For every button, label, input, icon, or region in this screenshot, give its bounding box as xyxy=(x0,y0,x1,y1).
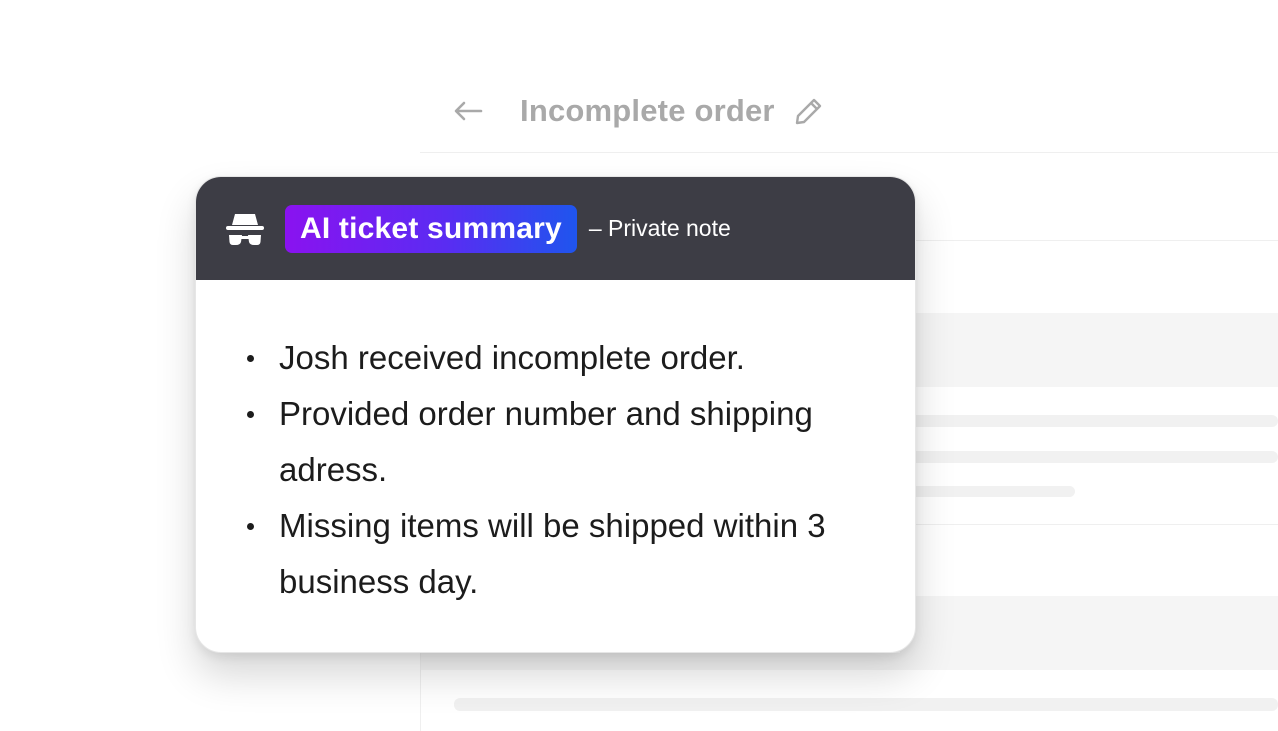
bullet-dot xyxy=(247,523,254,530)
summary-bullet-text: Missing items will be shipped within 3 b… xyxy=(279,507,826,600)
summary-card-body: Josh received incomplete order. Provided… xyxy=(196,280,915,610)
summary-bullet: Missing items will be shipped within 3 b… xyxy=(244,498,875,610)
placeholder-line xyxy=(900,415,1278,427)
pencil-icon xyxy=(795,98,821,125)
summary-bullet-list: Josh received incomplete order. Provided… xyxy=(244,330,875,610)
summary-bullet: Provided order number and shipping adres… xyxy=(244,386,875,498)
column-divider xyxy=(420,653,421,731)
ai-summary-card: AI ticket summary – Private note Josh re… xyxy=(195,176,916,653)
bullet-dot xyxy=(247,355,254,362)
arrow-left-icon xyxy=(454,101,483,121)
placeholder-block xyxy=(900,313,1278,387)
summary-bullet: Josh received incomplete order. xyxy=(244,330,875,386)
edit-title-button[interactable] xyxy=(789,91,829,131)
placeholder-line xyxy=(454,698,1278,711)
divider xyxy=(900,240,1278,241)
placeholder-block xyxy=(900,596,1278,670)
ai-ticket-summary-badge: AI ticket summary xyxy=(285,204,577,253)
summary-bullet-text: Provided order number and shipping adres… xyxy=(279,395,813,488)
summary-bullet-text: Josh received incomplete order. xyxy=(279,339,745,376)
bullet-dot xyxy=(247,411,254,418)
ticket-title: Incomplete order xyxy=(520,93,775,128)
private-note-label: – Private note xyxy=(588,215,731,241)
divider xyxy=(420,152,1278,153)
divider xyxy=(900,524,1278,525)
placeholder-line xyxy=(900,486,1075,497)
placeholder-block xyxy=(420,653,900,670)
summary-card-header: AI ticket summary – Private note xyxy=(196,177,915,280)
back-button[interactable] xyxy=(448,91,488,131)
ticket-header: Incomplete order xyxy=(448,86,829,136)
spy-icon xyxy=(224,208,266,250)
placeholder-line xyxy=(900,451,1278,463)
